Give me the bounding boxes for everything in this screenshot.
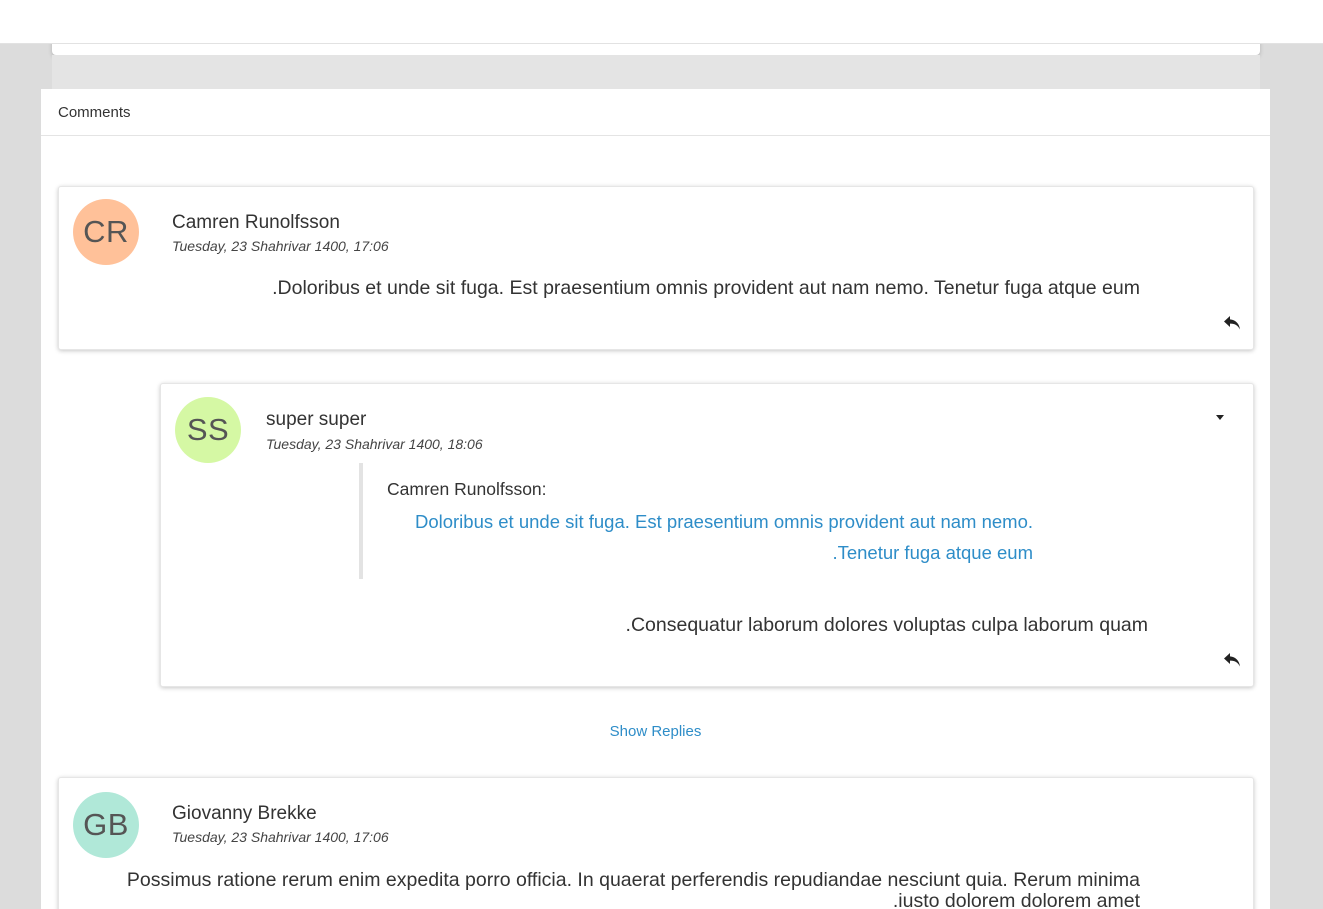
show-replies-link[interactable]: Show Replies <box>41 723 1270 740</box>
avatar: SS <box>175 397 241 463</box>
comment-date: Tuesday, 23 Shahrivar 1400, 18:06 <box>266 436 483 452</box>
avatar-initials: CR <box>83 214 129 249</box>
comment-author: Giovanny Brekke <box>172 803 317 824</box>
avatar: CR <box>73 199 139 265</box>
comment-card: CR Camren Runolfsson Tuesday, 23 Shahriv… <box>58 186 1254 350</box>
quote-author: Camren Runolfsson: <box>387 479 547 499</box>
avatar-initials: GB <box>83 807 129 842</box>
comment-date: Tuesday, 23 Shahrivar 1400, 17:06 <box>172 238 389 254</box>
comment-body: Consequatur laborum dolores voluptas cul… <box>625 614 1148 636</box>
top-navbar <box>0 0 1323 44</box>
section-gap <box>52 55 1260 89</box>
comment-body: Doloribus et unde sit fuga. Est praesent… <box>272 277 1140 299</box>
caret-down-icon[interactable] <box>1216 415 1224 420</box>
quoted-comment: Camren Runolfsson: Doloribus et unde sit… <box>359 463 1039 579</box>
comment-body: Possimus ratione rerum enim expedita por… <box>126 869 1140 909</box>
avatar-initials: SS <box>186 412 230 447</box>
comment-author: super super <box>266 409 367 430</box>
comment-author: Camren Runolfsson <box>172 212 340 233</box>
avatar: GB <box>73 792 139 858</box>
reply-icon[interactable] <box>1223 652 1241 668</box>
comments-panel: Comments CR Camren Runolfsson Tuesday, 2… <box>41 89 1270 909</box>
comments-title: Comments <box>58 103 131 121</box>
comment-card: GB Giovanny Brekke Tuesday, 23 Shahrivar… <box>58 777 1254 909</box>
reply-icon[interactable] <box>1223 315 1241 331</box>
comment-date: Tuesday, 23 Shahrivar 1400, 17:06 <box>172 829 389 845</box>
quote-text: Doloribus et unde sit fuga. Est praesent… <box>414 511 1033 563</box>
comments-panel-header: Comments <box>41 89 1270 136</box>
reply-card: SS super super Tuesday, 23 Shahrivar 140… <box>160 383 1254 687</box>
